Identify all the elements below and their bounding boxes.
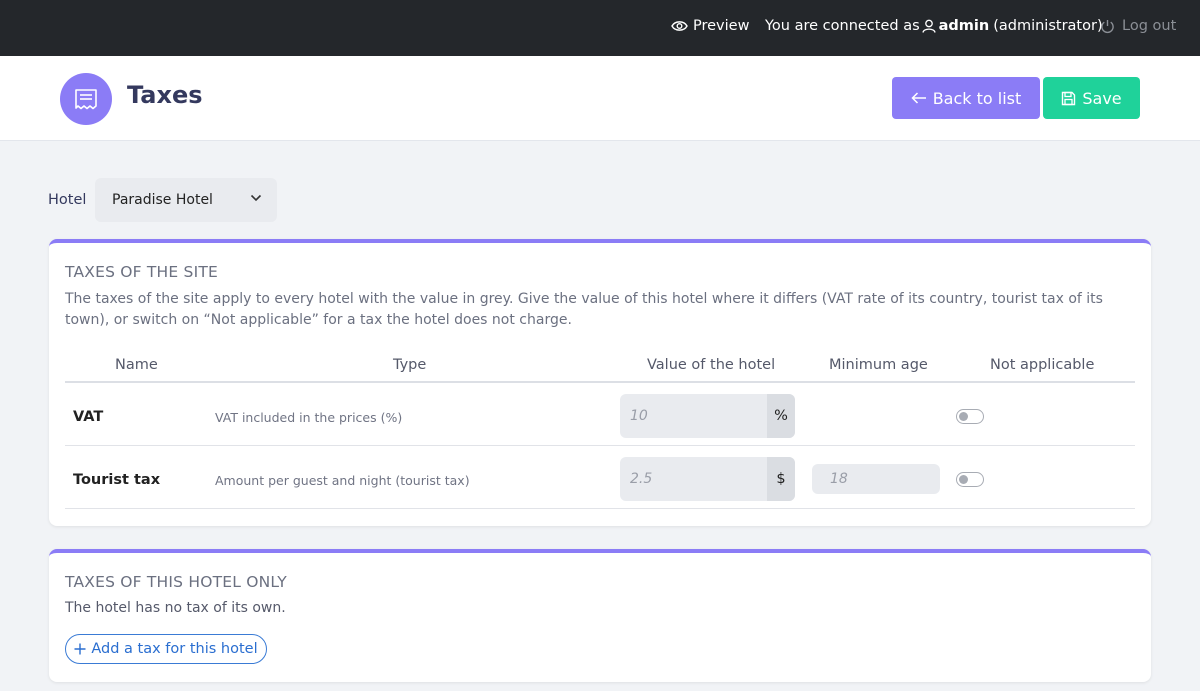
add-hotel-tax-label: Add a tax for this hotel xyxy=(91,641,258,657)
connected-prefix: You are connected as xyxy=(765,18,920,34)
save-label: Save xyxy=(1082,88,1122,108)
eye-icon xyxy=(671,21,688,31)
logout-link[interactable]: Log out xyxy=(1100,18,1176,34)
hotel-taxes-empty-text: The hotel has no tax of its own. xyxy=(65,600,286,616)
tax-name-tourist-tax: Tourist tax xyxy=(73,472,161,488)
preview-label: Preview xyxy=(693,18,750,34)
column-header-not-applicable: Not applicable xyxy=(990,357,1095,373)
page-header: Taxes Back to list Save xyxy=(0,56,1200,141)
vat-value-placeholder: 10 xyxy=(630,408,648,424)
floppy-icon xyxy=(1062,91,1076,105)
column-header-name: Name xyxy=(115,357,158,373)
user-role: (administrator) xyxy=(993,18,1103,34)
hotel-label: Hotel xyxy=(48,192,87,208)
vat-not-applicable-toggle[interactable] xyxy=(956,409,984,424)
tourist-tax-not-applicable-toggle[interactable] xyxy=(956,472,984,487)
tourist-tax-unit: $ xyxy=(767,457,795,501)
tourist-tax-value-input[interactable]: 2.5 $ xyxy=(620,457,795,501)
hotel-select[interactable]: Paradise Hotel xyxy=(95,178,277,222)
site-taxes-title: TAXES OF THE SITE xyxy=(65,263,219,281)
row-divider xyxy=(65,445,1135,446)
minimum-age-placeholder: 18 xyxy=(830,471,848,487)
power-icon xyxy=(1101,19,1114,33)
top-bar: Preview You are connected as admin (admi… xyxy=(0,0,1200,56)
column-header-type: Type xyxy=(393,357,427,373)
tax-type-tourist-tax: Amount per guest and night (tourist tax) xyxy=(215,473,470,488)
user-icon xyxy=(921,19,936,33)
tax-name-vat: VAT xyxy=(73,409,104,425)
site-taxes-description: The taxes of the site apply to every hot… xyxy=(65,291,1103,328)
tourist-tax-value-placeholder: 2.5 xyxy=(630,471,653,487)
receipt-icon xyxy=(60,73,112,125)
logout-label: Log out xyxy=(1122,18,1177,34)
hotel-select-value: Paradise Hotel xyxy=(112,192,213,208)
plus-icon xyxy=(74,643,86,655)
hotel-taxes-title: TAXES OF THIS HOTEL ONLY xyxy=(65,573,287,591)
column-header-minimum-age: Minimum age xyxy=(829,357,928,373)
column-header-value: Value of the hotel xyxy=(647,357,776,373)
back-label: Back to list xyxy=(932,88,1022,108)
save-button[interactable]: Save xyxy=(1043,77,1140,119)
site-taxes-card: TAXES OF THE SITE The taxes of the site … xyxy=(49,239,1151,526)
vat-value-input[interactable]: 10 % xyxy=(620,394,795,438)
username: admin xyxy=(938,18,990,34)
tax-type-vat: VAT included in the prices (%) xyxy=(215,410,403,425)
tourist-tax-minimum-age-input[interactable]: 18 xyxy=(812,464,940,494)
chevron-down-icon xyxy=(250,194,262,202)
back-to-list-button[interactable]: Back to list xyxy=(892,77,1040,119)
vat-unit: % xyxy=(767,394,795,438)
hotel-taxes-card: TAXES OF THIS HOTEL ONLY The hotel has n… xyxy=(49,549,1151,682)
table-header-divider xyxy=(65,381,1135,383)
add-hotel-tax-button[interactable]: Add a tax for this hotel xyxy=(65,634,267,664)
preview-link[interactable]: Preview xyxy=(671,18,749,34)
arrow-left-icon xyxy=(911,92,926,104)
connected-user: You are connected as admin (administrato… xyxy=(765,18,1103,34)
page-title: Taxes xyxy=(127,81,203,109)
row-divider xyxy=(65,508,1135,509)
